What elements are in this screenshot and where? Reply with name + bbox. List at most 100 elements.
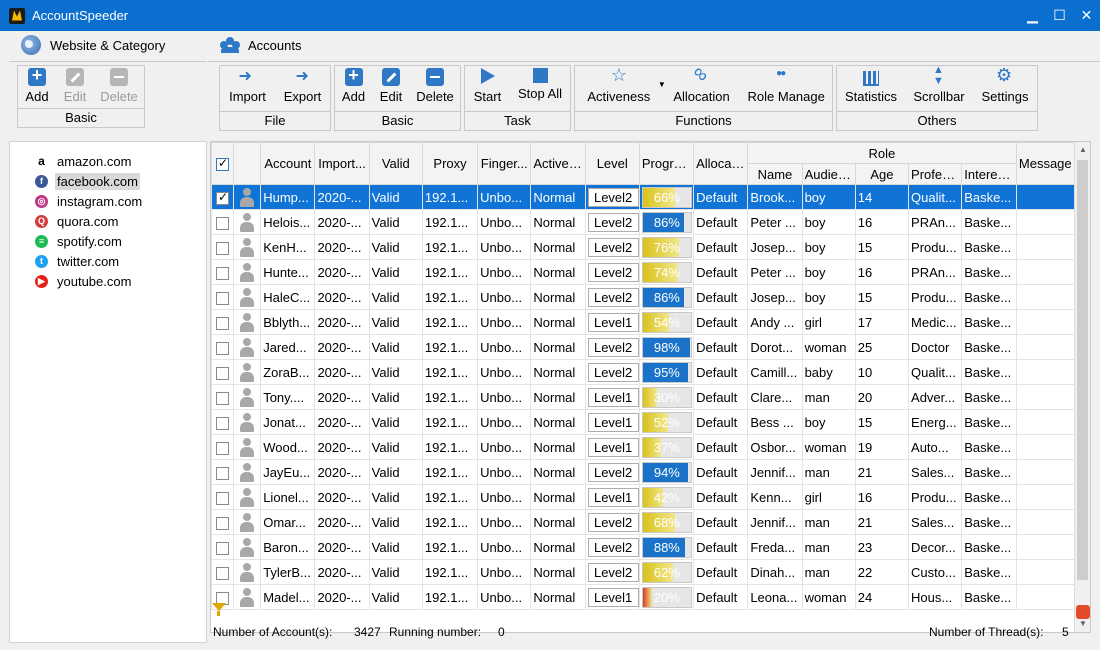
level-dropdown[interactable]: Level2 — [587, 212, 639, 232]
col-level[interactable]: Level — [584, 142, 640, 185]
cell-level[interactable]: Level1 — [584, 584, 640, 610]
cell-level[interactable]: Level1 — [584, 409, 640, 435]
col-name[interactable]: Name — [747, 163, 803, 185]
row-checkbox[interactable] — [216, 341, 230, 355]
row-checkbox-cell[interactable] — [211, 209, 235, 235]
col-audience[interactable]: Audien... — [801, 163, 856, 185]
row-checkbox[interactable] — [216, 266, 230, 280]
level-dropdown[interactable]: Level2 — [587, 562, 639, 582]
col-finger[interactable]: Finger... — [477, 142, 532, 185]
row-checkbox-cell[interactable] — [211, 559, 235, 585]
select-all-header[interactable] — [211, 142, 235, 185]
cell-level[interactable]: Level2 — [584, 184, 640, 210]
row-checkbox-cell[interactable] — [211, 509, 235, 535]
col-import[interactable]: Import... — [314, 142, 370, 185]
role-manage-button[interactable]: Role Manage — [740, 66, 832, 110]
row-checkbox-cell[interactable] — [211, 534, 235, 560]
col-account[interactable]: Account — [260, 142, 316, 185]
level-dropdown[interactable]: Level2 — [587, 462, 639, 482]
row-checkbox-cell[interactable] — [211, 409, 235, 435]
row-checkbox-cell[interactable] — [211, 434, 235, 460]
row-checkbox[interactable] — [216, 541, 230, 555]
row-checkbox-cell[interactable] — [211, 459, 235, 485]
maximize-button[interactable]: ☐ — [1046, 0, 1073, 31]
add-account-button[interactable]: Add — [335, 65, 372, 110]
delete-account-button[interactable]: Delete — [410, 66, 460, 110]
level-dropdown[interactable]: Level1 — [587, 312, 639, 332]
row-checkbox-cell[interactable] — [211, 234, 235, 260]
cell-level[interactable]: Level2 — [584, 359, 640, 385]
cell-level[interactable]: Level2 — [584, 209, 640, 235]
level-dropdown[interactable]: Level2 — [587, 337, 639, 357]
cell-level[interactable]: Level2 — [584, 284, 640, 310]
edit-site-button[interactable]: Edit — [56, 66, 94, 110]
level-dropdown[interactable]: Level2 — [587, 362, 639, 382]
row-checkbox[interactable] — [216, 216, 230, 230]
site-item-amazon[interactable]: a amazon.com — [10, 151, 206, 171]
col-allocation[interactable]: Allocat... — [693, 142, 749, 185]
row-checkbox[interactable] — [216, 316, 230, 330]
col-valid[interactable]: Valid — [368, 142, 423, 185]
row-checkbox-cell[interactable] — [211, 484, 235, 510]
table-row[interactable]: Lionel... 2020-... Valid 192.1... Unbo... Nor… — [211, 484, 1076, 510]
row-checkbox[interactable] — [216, 190, 230, 205]
row-checkbox-cell[interactable] — [211, 384, 235, 410]
table-row[interactable]: Omar... 2020-... Valid 192.1... Unbo... Norma… — [211, 509, 1076, 535]
cell-level[interactable]: Level1 — [584, 384, 640, 410]
col-profession[interactable]: Profes... — [908, 163, 963, 185]
cell-level[interactable]: Level2 — [584, 534, 640, 560]
scroll-up-icon[interactable]: ▲ — [1075, 142, 1090, 158]
clear-filter-icon[interactable] — [1076, 605, 1090, 619]
start-button[interactable]: Start — [465, 66, 510, 110]
col-proxy[interactable]: Proxy — [421, 142, 479, 185]
col-age[interactable]: Age — [854, 163, 910, 185]
table-row[interactable]: Wood... 2020-... Valid 192.1... Unbo... Norma… — [211, 434, 1076, 460]
row-checkbox[interactable] — [216, 516, 230, 530]
row-checkbox-cell[interactable] — [211, 184, 235, 210]
allocation-button[interactable]: Allocation — [663, 66, 741, 110]
col-message[interactable]: Message — [1015, 142, 1076, 185]
row-checkbox[interactable] — [216, 466, 230, 480]
table-row[interactable]: KenH... 2020-... Valid 192.1... Unbo... Norma… — [211, 234, 1076, 260]
table-row[interactable]: Bblyth... 2020-... Valid 192.1... Unbo... Nor… — [211, 309, 1076, 335]
table-row[interactable]: Jared... 2020-... Valid 192.1... Unbo... Norm… — [211, 334, 1076, 360]
level-dropdown[interactable]: Level1 — [587, 437, 639, 457]
row-checkbox-cell[interactable] — [211, 284, 235, 310]
scrollbar-button[interactable]: Scrollbar — [905, 64, 973, 110]
col-activeness[interactable]: Activen... — [530, 142, 586, 185]
statistics-button[interactable]: Statistics — [837, 66, 905, 110]
settings-button[interactable]: Settings — [973, 65, 1037, 110]
site-item-twitter[interactable]: t twitter.com — [10, 251, 206, 271]
cell-level[interactable]: Level1 — [584, 434, 640, 460]
row-checkbox[interactable] — [216, 566, 230, 580]
col-interests[interactable]: Interests — [961, 163, 1017, 185]
table-row[interactable]: HaleC... 2020-... Valid 192.1... Unbo... Norm… — [211, 284, 1076, 310]
row-checkbox[interactable] — [216, 416, 230, 430]
level-dropdown[interactable]: Level1 — [587, 412, 639, 432]
table-row[interactable]: ZoraB... 2020-... Valid 192.1... Unbo... Norm… — [211, 359, 1076, 385]
row-checkbox[interactable] — [216, 241, 230, 255]
table-vertical-scrollbar[interactable]: ▲ ▼ — [1074, 142, 1090, 632]
table-row[interactable]: Baron... 2020-... Valid 192.1... Unbo... Norm… — [211, 534, 1076, 560]
table-row[interactable]: Helois... 2020-... Valid 192.1... Unbo... Nor… — [211, 209, 1076, 235]
stop-all-button[interactable]: Stop All — [510, 66, 570, 110]
level-dropdown[interactable]: Level2 — [587, 187, 639, 207]
close-button[interactable]: ✕ — [1073, 0, 1100, 31]
site-item-youtube[interactable]: ▶ youtube.com — [10, 271, 206, 291]
scrollbar-thumb[interactable] — [1077, 160, 1088, 580]
row-checkbox[interactable] — [216, 391, 230, 405]
import-button[interactable]: Import — [220, 66, 275, 110]
level-dropdown[interactable]: Level2 — [587, 287, 639, 307]
table-row[interactable]: Jonat... 2020-... Valid 192.1... Unbo... Norm… — [211, 409, 1076, 435]
level-dropdown[interactable]: Level2 — [587, 537, 639, 557]
cell-level[interactable]: Level2 — [584, 234, 640, 260]
cell-level[interactable]: Level2 — [584, 259, 640, 285]
minimize-button[interactable]: ▁ — [1019, 0, 1046, 31]
export-button[interactable]: Export — [275, 66, 330, 110]
filter-icon[interactable] — [212, 603, 226, 617]
row-checkbox[interactable] — [216, 366, 230, 380]
select-all-checkbox[interactable] — [216, 156, 230, 172]
row-checkbox-cell[interactable] — [211, 259, 235, 285]
cell-level[interactable]: Level1 — [584, 309, 640, 335]
table-row[interactable]: Hump...2020-...Valid192.1...Unbo...Norma… — [211, 184, 1076, 210]
